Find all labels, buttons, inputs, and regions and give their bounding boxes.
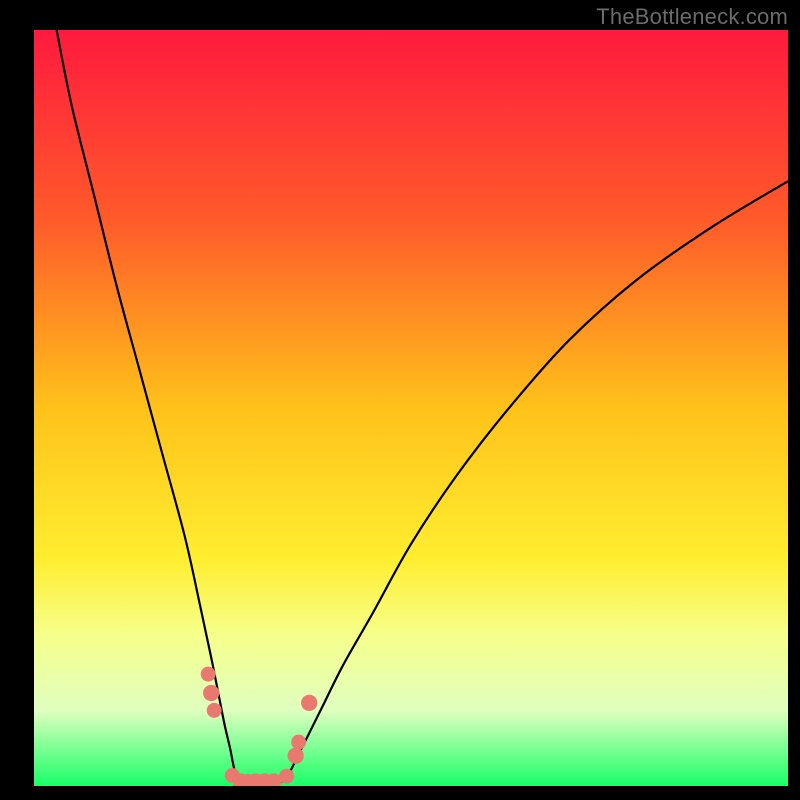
chart-frame: TheBottleneck.com (0, 0, 800, 800)
data-marker (279, 769, 294, 784)
data-marker (291, 735, 306, 750)
data-marker (301, 695, 317, 711)
data-marker (207, 703, 222, 718)
bottleneck-chart (0, 0, 800, 800)
data-marker (201, 667, 216, 682)
data-marker (287, 748, 303, 764)
gradient-background (34, 30, 788, 786)
data-marker (203, 685, 219, 701)
